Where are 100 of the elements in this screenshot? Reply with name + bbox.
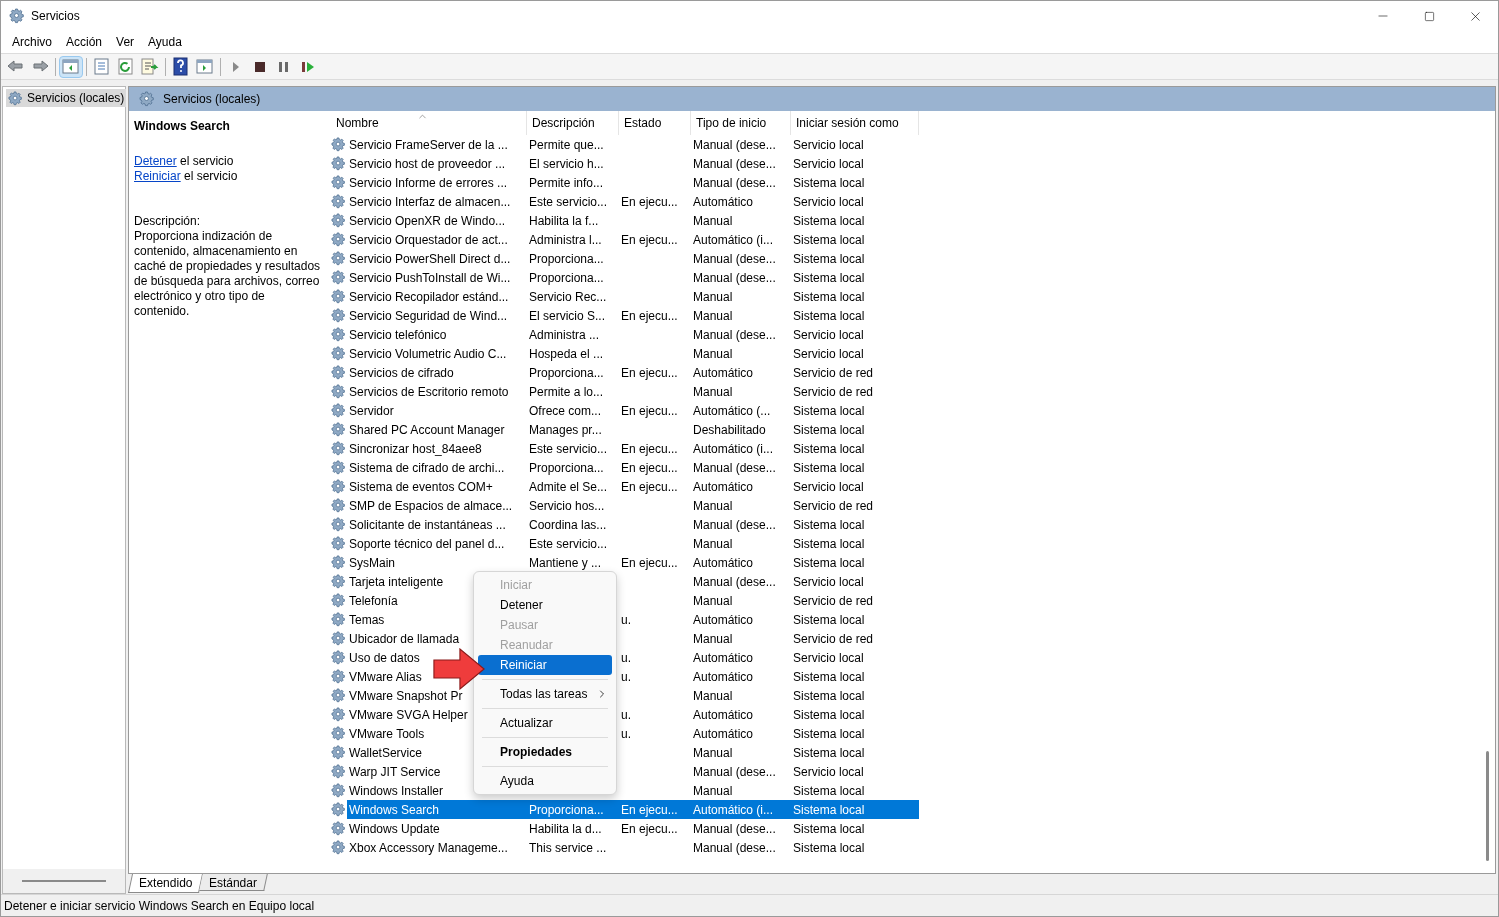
service-gear-icon xyxy=(330,593,346,608)
column-header[interactable]: Estado xyxy=(619,111,691,135)
table-cell: Manual xyxy=(693,384,733,399)
column-header[interactable]: Nombre xyxy=(327,111,527,135)
menu-item[interactable]: Ver xyxy=(109,31,142,53)
table-cell: Manual (dese... xyxy=(693,137,776,152)
service-gear-icon xyxy=(330,840,346,855)
table-cell: Sistema local xyxy=(793,251,865,266)
table-cell: Servicio Orquestador de act... xyxy=(349,232,508,247)
table-cell: Automático (i... xyxy=(693,441,774,456)
selected-row[interactable]: Windows Search Proporciona... En ejecu... Automático (i... Sistema local xyxy=(347,800,919,819)
action-link[interactable]: Detener xyxy=(134,154,177,168)
table-cell: Hospeda el ... xyxy=(529,346,604,361)
view-tab[interactable]: Estándar xyxy=(199,874,269,891)
table-cell: Manual (dese... xyxy=(693,175,776,190)
table-cell: Servicio Rec... xyxy=(529,289,607,304)
table-cell: Windows Search xyxy=(349,802,440,817)
table-cell: Mantiene y ... xyxy=(529,555,602,570)
table-cell: Shared PC Account Manager xyxy=(349,422,505,437)
table-cell: Sistema local xyxy=(793,232,865,247)
column-header[interactable]: Tipo de inicio xyxy=(691,111,791,135)
table-cell: Sistema local xyxy=(793,707,865,722)
service-gear-icon xyxy=(330,783,346,798)
table-cell: En ejecu... xyxy=(621,403,678,418)
service-gear-icon xyxy=(330,688,346,703)
table-cell: Administra l... xyxy=(529,232,602,247)
table-cell: Manual xyxy=(693,688,733,703)
table-cell: Deshabilitado xyxy=(693,422,766,437)
table-cell: Manual xyxy=(693,593,733,608)
table-cell: Automático xyxy=(693,707,754,722)
table-cell: Servicio de red xyxy=(793,498,874,513)
table-cell: El servicio h... xyxy=(529,156,604,171)
menu-item[interactable]: Archivo xyxy=(5,31,59,53)
view-tab[interactable]: Extendido xyxy=(128,874,204,893)
table-cell: Sistema local xyxy=(793,840,865,855)
table-cell: VMware Alias xyxy=(349,669,422,684)
description-label: Descripción: xyxy=(134,214,202,229)
menu-item[interactable]: Reiniciar xyxy=(478,655,612,675)
scrollbar[interactable] xyxy=(1486,751,1489,861)
table-cell: Manual xyxy=(693,346,733,361)
service-gear-icon xyxy=(330,270,346,285)
service-gear-icon xyxy=(330,650,346,665)
table-cell: Este servicio... xyxy=(529,441,608,456)
table-cell: Automático xyxy=(693,365,754,380)
table-cell: Automático (i... xyxy=(693,232,774,247)
table-cell: Manual xyxy=(693,213,733,228)
table-cell: VMware SVGA Helper xyxy=(349,707,468,722)
action-link[interactable]: Reiniciar xyxy=(134,169,181,183)
table-cell: VMware Snapshot Pr xyxy=(349,688,463,703)
table-cell: SMP de Espacios de almace... xyxy=(349,498,513,513)
gear-icon xyxy=(139,91,155,107)
table-cell: Servicios de Escritorio remoto xyxy=(349,384,509,399)
service-gear-icon xyxy=(330,175,346,190)
table-cell: Manual (dese... xyxy=(693,821,776,836)
service-gear-icon xyxy=(330,821,346,836)
table-cell: En ejecu... xyxy=(621,194,678,209)
table-cell: Manual (dese... xyxy=(693,460,776,475)
table-cell: Servicios de cifrado xyxy=(349,365,454,380)
menu-item[interactable]: Ayuda xyxy=(478,771,612,791)
table-cell: Manual xyxy=(693,631,733,646)
service-gear-icon xyxy=(330,517,346,532)
table-cell: Manual xyxy=(693,745,733,760)
table-cell: Warp JIT Service xyxy=(349,764,441,779)
menu-item[interactable]: Ayuda xyxy=(141,31,189,53)
table-cell: Manages pr... xyxy=(529,422,602,437)
column-header[interactable]: Descripción xyxy=(527,111,619,135)
table-cell: Manual (dese... xyxy=(693,270,776,285)
table-cell: SysMain xyxy=(349,555,395,570)
description-text: Proporciona indización de contenido, almacenamiento en caché de propiedades y resultados de búsqueda para archivos, correo electrónico y otro tipo de contenido. xyxy=(134,229,322,319)
table-cell: u. xyxy=(621,669,631,684)
table-cell: u. xyxy=(621,650,631,665)
table-cell: Automático xyxy=(693,650,754,665)
table-cell: Servicio local xyxy=(793,156,864,171)
table-cell: Manual (dese... xyxy=(693,574,776,589)
table-cell: Sistema local xyxy=(793,441,865,456)
table-cell: Sistema local xyxy=(793,688,865,703)
menu-item[interactable]: Acción xyxy=(59,31,110,53)
table-cell: Xbox Accessory Manageme... xyxy=(349,840,508,855)
action-sentence: Reiniciar el servicio xyxy=(134,169,238,184)
menu-item[interactable]: Propiedades xyxy=(478,742,612,762)
table-cell: Automático xyxy=(693,726,754,741)
table-cell: Servicio de red xyxy=(793,631,874,646)
service-gear-icon xyxy=(330,308,346,323)
table-cell: Sistema local xyxy=(793,289,865,304)
console-tree-icon xyxy=(61,56,81,77)
console-tree-button[interactable] xyxy=(59,55,83,78)
table-cell: Servicio OpenXR de Windo... xyxy=(349,213,506,228)
menu-item[interactable]: Todas las tareas xyxy=(478,684,612,704)
service-gear-icon xyxy=(330,327,346,342)
tree-item[interactable]: Servicios (locales) xyxy=(6,89,127,107)
table-cell: Proporciona... xyxy=(529,802,604,817)
table-cell: Sistema local xyxy=(793,783,865,798)
table-cell: El servicio S... xyxy=(529,308,606,323)
menu-item[interactable]: Actualizar xyxy=(478,713,612,733)
menu-item[interactable]: Detener xyxy=(478,595,612,615)
column-header[interactable]: Iniciar sesión como xyxy=(791,111,919,135)
table-cell: Windows Update xyxy=(349,821,440,836)
table-cell: Servicio de red xyxy=(793,593,874,608)
table-cell: Manual (dese... xyxy=(693,156,776,171)
service-gear-icon xyxy=(330,764,346,779)
